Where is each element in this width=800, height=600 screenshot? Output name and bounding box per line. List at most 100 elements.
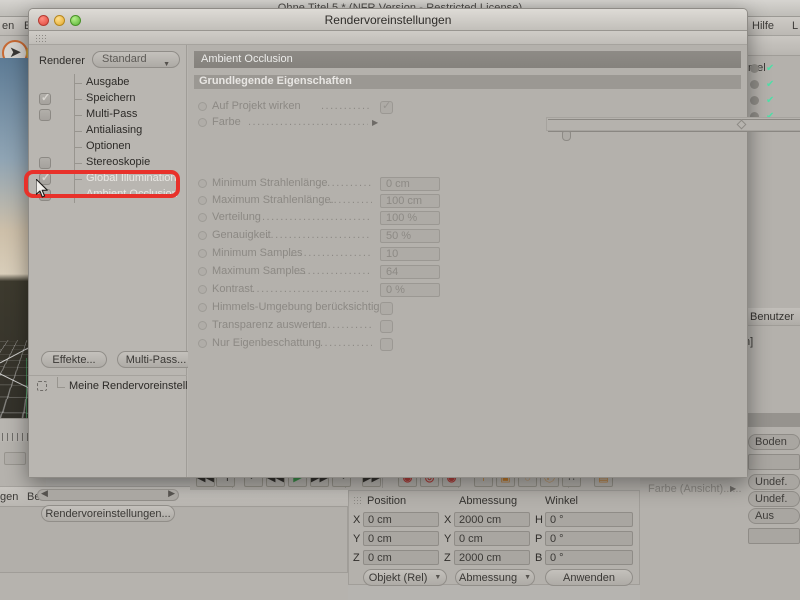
animate-radio-icon[interactable] [198,118,207,127]
axis-label-dim-x: X [444,514,452,526]
angle-h-field[interactable]: 0 ° [545,512,633,527]
animate-radio-icon[interactable] [198,303,207,312]
horizontal-scrollbar[interactable]: ◀ ▶ [37,488,179,501]
dot-leader: ........................... [248,116,368,128]
dimension-z-field[interactable]: 2000 cm [454,550,530,565]
property-row-min-ray-length[interactable]: Minimum Strahlenlänge ............. 0 cm [188,176,747,192]
tree-item-optionen[interactable]: Optionen [29,138,187,155]
tree-label: Ambient Occlusion [86,188,178,200]
coordinate-mode-dropdown[interactable]: Objekt (Rel) ▼ [363,569,447,586]
tree-checkbox-ambient-occlusion[interactable] [39,189,51,201]
menu-hilfe[interactable]: Hilfe [752,20,774,32]
field-max-samples[interactable]: 64 [380,265,440,279]
checkbox-evaluate-transparency[interactable] [380,320,393,333]
property-label: Himmels-Umgebung berücksichtigen [212,301,392,313]
tree-checkbox-stereoskopie[interactable] [39,157,51,169]
field-max-ray-length[interactable]: 100 cm [380,194,440,208]
checkbox-evaluate-sky[interactable] [380,302,393,315]
menu-layout[interactable]: L [792,20,798,32]
animate-radio-icon[interactable] [198,339,207,348]
tree-checkbox-speichern[interactable] [39,91,51,105]
render-settings-button[interactable]: Rendervoreinstellungen... [41,505,175,522]
object-visibility-dot[interactable] [750,64,759,73]
angle-p-field[interactable]: 0 ° [545,531,633,546]
animate-radio-icon[interactable] [198,231,207,240]
property-row-dispersion[interactable]: Verteilung ........................ 100 … [188,210,747,226]
field-accuracy[interactable]: 50 % [380,229,440,243]
animate-radio-icon[interactable] [198,196,207,205]
animate-radio-icon[interactable] [198,213,207,222]
position-y-field[interactable]: 0 cm [363,531,439,546]
tree-item-stereoskopie[interactable]: Stereoskopie [29,154,187,171]
attribute-label-farbe-ansicht: Farbe (Ansicht)...... [648,483,742,495]
triangle-right-icon[interactable]: ▶ [730,484,736,493]
coord-header-dimension: Abmessung [459,495,518,507]
tree-item-ambient-occlusion[interactable]: Ambient Occlusion [29,186,187,203]
dialog-right-content: Ambient Occlusion Grundlegende Eigenscha… [188,45,800,477]
property-row-max-ray-length[interactable]: Maximum Strahlenlänge. ............ 100 … [188,193,747,209]
animate-radio-icon[interactable] [198,102,207,111]
property-row-contrast[interactable]: Kontrast .......................... 0 % [188,282,747,298]
property-row-apply-to-project[interactable]: Auf Projekt wirken ................ [188,99,747,115]
menu-erzeugen-partial[interactable]: en [2,20,14,32]
attribute-row-undef-1[interactable]: Undef. [748,474,800,490]
tree-item-multi-pass[interactable]: Multi-Pass [29,106,187,123]
position-x-field[interactable]: 0 cm [363,512,439,527]
coordinate-mode-label: Objekt (Rel) [368,571,428,584]
preset-label: Meine Rendervoreinstellun [69,380,200,392]
angle-b-field[interactable]: 0 ° [545,550,633,565]
preset-list-item[interactable]: Meine Rendervoreinstellun [29,377,200,395]
attribute-row-empty[interactable] [748,454,800,470]
property-row-accuracy[interactable]: Genauigkeit ....................... 50 % [188,228,747,244]
timeline-field[interactable] [4,452,26,465]
attribute-row-boden[interactable]: Boden [748,434,800,450]
property-row-evaluate-transparency[interactable]: Transparenz auswerten ............. [188,318,747,334]
attribute-row-color-swatch[interactable] [748,528,800,544]
multipass-button[interactable]: Multi-Pass... [117,351,195,368]
menu-datei-partial[interactable]: gen [0,491,18,503]
object-enabled-check-icon[interactable]: ✔ [766,80,774,90]
position-z-field[interactable]: 0 cm [363,550,439,565]
dimension-y-field[interactable]: 0 cm [454,531,530,546]
gradient-knot-left[interactable] [562,131,571,141]
attribute-row-undef-2[interactable]: Undef. [748,491,800,507]
attribute-tab-benutzer[interactable]: Benutzer [744,308,800,326]
property-row-max-samples[interactable]: Maximum Samples ................. 64 [188,264,747,280]
checkbox-self-shadowing-only[interactable] [380,338,393,351]
tree-checkbox-multi-pass[interactable] [39,109,51,121]
field-contrast[interactable]: 0 % [380,283,440,297]
animate-radio-icon[interactable] [198,267,207,276]
object-enabled-check-icon[interactable]: ✔ [766,96,774,106]
scroll-right-icon[interactable]: ▶ [168,488,175,499]
field-min-samples[interactable]: 10 [380,247,440,261]
tree-item-global-illumination[interactable]: Global Illumination [29,170,187,187]
animate-radio-icon[interactable] [198,249,207,258]
property-row-self-shadowing-only[interactable]: Nur Eigenbeschattung ............ [188,336,747,352]
renderer-dropdown[interactable]: Standard ▼ [92,51,180,68]
axis-label-pos-x: X [353,514,361,526]
property-row-min-samples[interactable]: Minimum Samples .................. 10 [188,246,747,262]
animate-radio-icon[interactable] [198,285,207,294]
effects-button[interactable]: Effekte... [41,351,107,368]
field-min-ray-length[interactable]: 0 cm [380,177,440,191]
triangle-right-icon[interactable]: ▶ [372,118,378,127]
apply-button[interactable]: Anwenden [545,569,633,586]
grip-icon[interactable] [35,34,46,43]
size-mode-dropdown[interactable]: Abmessung ▼ [455,569,535,586]
animate-radio-icon[interactable] [198,321,207,330]
field-dispersion[interactable]: 100 % [380,211,440,225]
scroll-left-icon[interactable]: ◀ [41,488,48,499]
animate-radio-icon[interactable] [198,179,207,188]
tree-item-ausgabe[interactable]: Ausgabe [29,74,187,91]
tree-checkbox-global-illumination[interactable] [39,171,51,185]
checkbox-apply-to-project[interactable] [380,99,393,114]
tree-item-speichern[interactable]: Speichern [29,90,187,107]
property-row-evaluate-sky[interactable]: Himmels-Umgebung berücksichtigen [188,300,747,316]
object-visibility-dot[interactable] [750,96,759,105]
object-enabled-check-icon[interactable]: ✔ [766,64,774,74]
object-visibility-dot[interactable] [750,80,759,89]
tree-item-antialiasing[interactable]: Antialiasing [29,122,187,139]
dialog-titlebar[interactable]: Rendervoreinstellungen [29,9,747,31]
attribute-row-aus[interactable]: Aus [748,508,800,524]
dimension-x-field[interactable]: 2000 cm [454,512,530,527]
